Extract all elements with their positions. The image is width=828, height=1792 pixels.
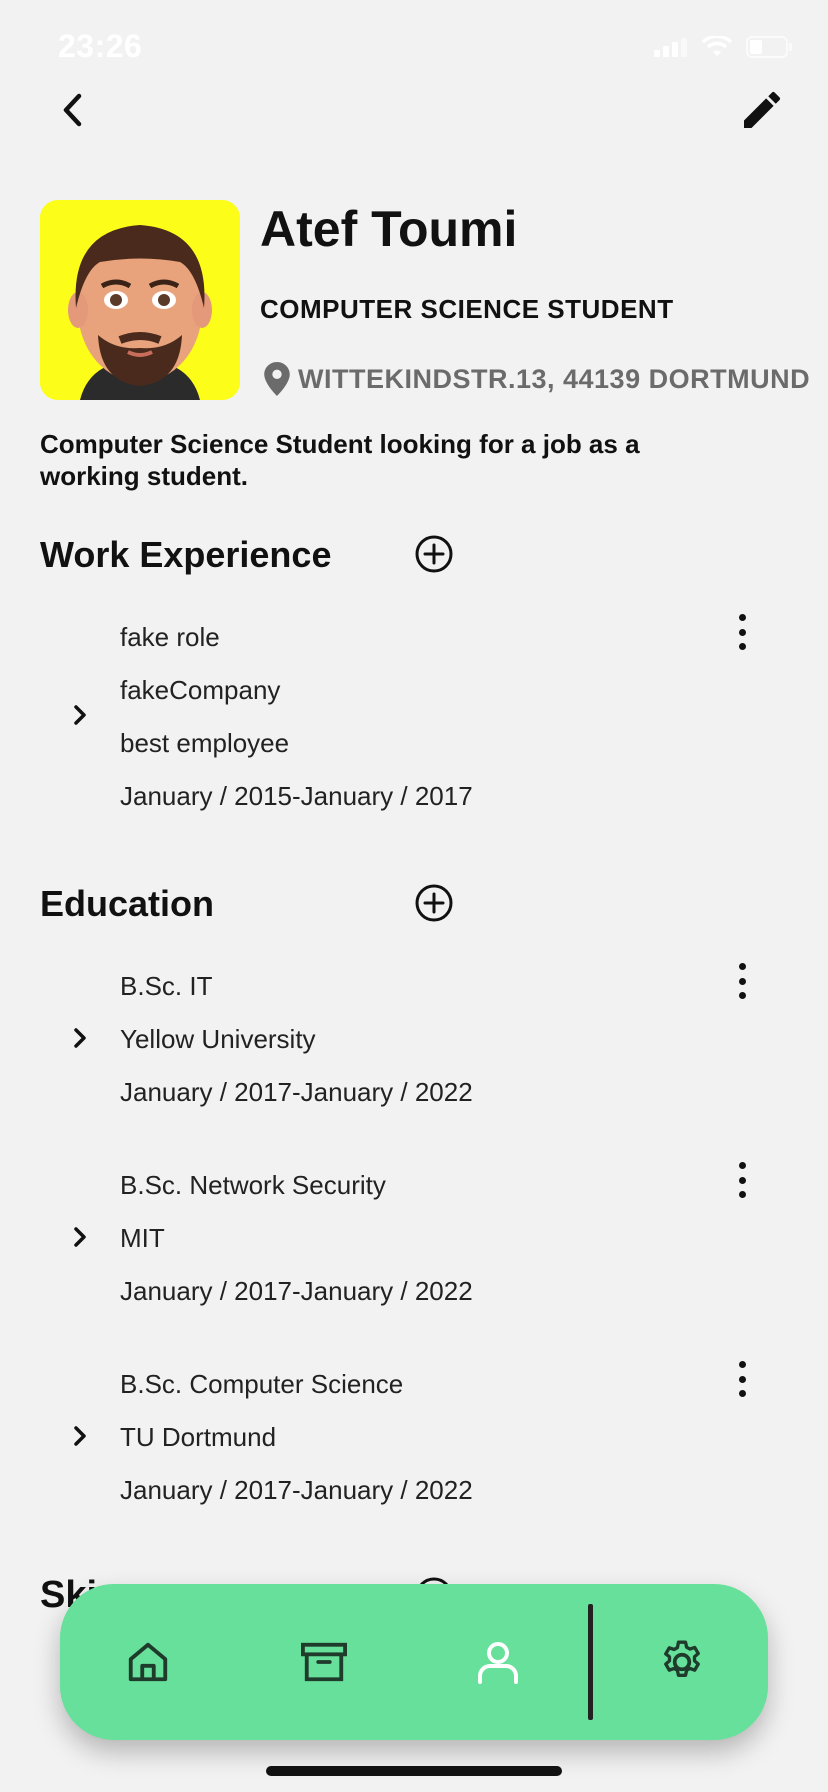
- work-company: fakeCompany: [120, 675, 281, 705]
- battery-icon: [746, 36, 792, 58]
- education-item-menu-button[interactable]: [736, 1361, 748, 1397]
- profile-bio: Computer Science Student looking for a j…: [40, 429, 640, 491]
- wifi-icon: [702, 36, 732, 56]
- chevron-right-icon: [74, 1227, 86, 1247]
- work-role: fake role: [120, 622, 220, 652]
- location-pin-icon: [264, 362, 290, 396]
- nav-settings-button[interactable]: [654, 1634, 710, 1690]
- add-education-button[interactable]: [414, 883, 454, 923]
- signal-icon: [654, 38, 687, 57]
- profile-title: COMPUTER SCIENCE STUDENT: [260, 294, 674, 324]
- plus-circle-icon: [415, 884, 453, 922]
- education-degree: B.Sc. IT: [120, 971, 213, 1001]
- work-item-menu-button[interactable]: [736, 614, 748, 650]
- education-degree: B.Sc. Network Security: [120, 1170, 386, 1200]
- profile-location: WITTEKINDSTR.13, 44139 DORTMUND: [264, 362, 810, 396]
- chevron-right-icon: [74, 1426, 86, 1446]
- work-experience-heading: Work Experience: [40, 534, 332, 575]
- education-degree: B.Sc. Computer Science: [120, 1369, 404, 1399]
- expand-work-item-button[interactable]: [70, 703, 90, 727]
- profile-name: Atef Toumi: [260, 201, 518, 257]
- nav-archive-button[interactable]: [296, 1634, 352, 1690]
- education-school: Yellow University: [120, 1024, 316, 1054]
- work-description: best employee: [120, 728, 290, 758]
- plus-circle-icon: [415, 535, 453, 573]
- education-dates: January / 2017-January / 2022: [120, 1276, 473, 1306]
- add-work-experience-button[interactable]: [414, 534, 454, 574]
- back-button[interactable]: [50, 88, 94, 132]
- status-icons: [654, 36, 794, 58]
- user-icon: [478, 1642, 518, 1684]
- education-dates: January / 2017-January / 2022: [120, 1475, 473, 1505]
- nav-divider: [588, 1604, 593, 1720]
- education-school: MIT: [120, 1223, 165, 1253]
- nav-home-button[interactable]: [120, 1634, 176, 1690]
- expand-education-item-button[interactable]: [70, 1026, 90, 1050]
- work-dates: January / 2015-January / 2017: [120, 781, 473, 811]
- more-vertical-icon: [738, 614, 746, 621]
- education-heading: Education: [40, 883, 215, 924]
- home-indicator: [266, 1766, 562, 1776]
- chevron-right-icon: [74, 1028, 86, 1048]
- expand-education-item-button[interactable]: [70, 1225, 90, 1249]
- pencil-icon: [744, 91, 781, 128]
- location-text: WITTEKINDSTR.13, 44139 DORTMUND: [298, 363, 811, 394]
- chevron-left-icon: [63, 93, 82, 127]
- chevron-right-icon: [74, 705, 86, 725]
- nav-profile-button[interactable]: [470, 1634, 526, 1690]
- status-time: 23:26: [58, 28, 143, 64]
- home-icon: [128, 1642, 168, 1682]
- more-vertical-icon: [738, 1162, 746, 1169]
- avatar: [40, 200, 240, 400]
- education-school: TU Dortmund: [120, 1422, 277, 1452]
- more-vertical-icon: [738, 963, 746, 970]
- more-vertical-icon: [738, 1361, 746, 1368]
- archive-icon: [301, 1642, 347, 1682]
- education-item-menu-button[interactable]: [736, 963, 748, 999]
- education-item-menu-button[interactable]: [736, 1162, 748, 1198]
- expand-education-item-button[interactable]: [70, 1424, 90, 1448]
- edit-profile-button[interactable]: [734, 82, 790, 138]
- education-dates: January / 2017-January / 2022: [120, 1077, 473, 1107]
- gear-icon: [664, 1640, 700, 1677]
